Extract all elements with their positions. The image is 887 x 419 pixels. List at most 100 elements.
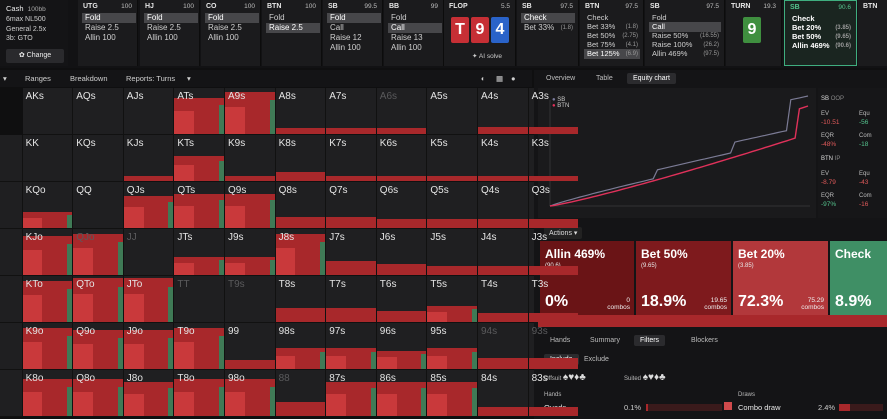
range-cell[interactable]: J9o bbox=[123, 323, 175, 370]
range-cell[interactable]: KTs bbox=[174, 135, 225, 182]
range-cell[interactable]: 96s bbox=[376, 323, 428, 370]
range-cell[interactable]: T8o bbox=[174, 370, 225, 417]
range-cell[interactable]: TT bbox=[174, 276, 225, 323]
position-action[interactable]: Allin 100 bbox=[82, 33, 136, 43]
position-action[interactable]: Fold bbox=[82, 13, 136, 23]
offsuit-filter[interactable]: Offsuit ♠♥♦♣ bbox=[544, 372, 586, 383]
tab-overview[interactable]: Overview bbox=[540, 73, 581, 84]
chevron-down-icon[interactable]: ▾ bbox=[3, 74, 7, 83]
range-cell[interactable]: KTo bbox=[22, 276, 74, 323]
range-cell[interactable]: 86s bbox=[376, 370, 428, 417]
range-cell[interactable] bbox=[0, 182, 23, 229]
position-action[interactable]: Raise 13 bbox=[388, 33, 442, 43]
position-action[interactable]: Fold bbox=[388, 13, 442, 23]
range-cell[interactable]: J9s bbox=[225, 229, 276, 276]
combo-draw-row-label[interactable]: Combo draw bbox=[738, 403, 781, 412]
position-action[interactable]: Raise 2.5 bbox=[266, 23, 320, 33]
range-cell[interactable]: AJs bbox=[123, 88, 175, 135]
range-cell[interactable]: KJs bbox=[123, 135, 175, 182]
range-cell[interactable]: KJo bbox=[22, 229, 74, 276]
range-cell[interactable]: J8o bbox=[123, 370, 175, 417]
position-column-hj[interactable]: HJ 100 Fold Raise 2.5 Allin 100 bbox=[140, 0, 200, 66]
sb-flop-response-column[interactable]: SB 97.5 Fold Call Raise 50% (16.55) Raise 10… bbox=[645, 0, 725, 66]
position-action[interactable]: Fold bbox=[266, 13, 320, 23]
sb-flop-bet33[interactable]: Bet 33% (1.8) bbox=[521, 23, 575, 33]
sb-turn-column[interactable]: SB 90.6 Check Bet 20% (3.85) Bet 50% (9.65) A… bbox=[784, 0, 857, 66]
range-cell[interactable]: K7s bbox=[326, 135, 377, 182]
range-cell[interactable] bbox=[0, 323, 23, 370]
range-cell[interactable]: 98o bbox=[225, 370, 276, 417]
range-cell[interactable]: ATs bbox=[174, 88, 225, 135]
range-cell[interactable]: T9o bbox=[174, 323, 225, 370]
range-cell[interactable]: KQo bbox=[22, 182, 74, 229]
range-cell[interactable]: 84s bbox=[478, 370, 529, 417]
sb-flop-check[interactable]: Check bbox=[521, 13, 575, 23]
position-column-bb[interactable]: BB 99 Fold Call Raise 13 Allin 100 bbox=[384, 0, 444, 66]
range-cell[interactable]: K6s bbox=[376, 135, 428, 182]
grid-view-icon[interactable]: ▦ bbox=[496, 74, 503, 83]
range-cell[interactable]: Q5s bbox=[427, 182, 478, 229]
range-cell[interactable]: Q9o bbox=[73, 323, 124, 370]
range-cell[interactable]: QTo bbox=[73, 276, 124, 323]
range-cell[interactable]: A6s bbox=[376, 88, 428, 135]
range-cell[interactable]: KK bbox=[22, 135, 74, 182]
range-cell[interactable]: 99 bbox=[225, 323, 276, 370]
position-column-btn[interactable]: BTN 100 Fold Raise 2.5 bbox=[262, 0, 322, 66]
range-cell[interactable]: QQ bbox=[73, 182, 124, 229]
range-cell[interactable]: AQs bbox=[73, 88, 124, 135]
ai-solve-button[interactable]: ✦ AI solve bbox=[472, 52, 502, 60]
ranges-tab[interactable]: Ranges bbox=[25, 74, 51, 83]
range-cell[interactable]: JTs bbox=[174, 229, 225, 276]
range-cell[interactable]: K9s bbox=[225, 135, 276, 182]
turn-column[interactable]: TURN 19.3 9 bbox=[726, 0, 782, 66]
tab-filters[interactable]: Filters bbox=[634, 335, 666, 346]
range-cell[interactable]: T5s bbox=[427, 276, 478, 323]
range-cell[interactable] bbox=[0, 370, 23, 417]
tab-table[interactable]: Table bbox=[590, 73, 619, 84]
range-cell[interactable]: 88 bbox=[275, 370, 327, 417]
position-column-co[interactable]: CO 100 Fold Raise 2.5 Allin 100 bbox=[201, 0, 261, 66]
range-cell[interactable]: T6s bbox=[376, 276, 428, 323]
position-action[interactable]: Raise 2.5 bbox=[82, 23, 136, 33]
range-cell[interactable]: K4s bbox=[478, 135, 529, 182]
range-cell[interactable]: Q4s bbox=[478, 182, 529, 229]
range-cell[interactable]: T7s bbox=[326, 276, 377, 323]
range-cell[interactable]: J6s bbox=[376, 229, 428, 276]
range-cell[interactable]: K9o bbox=[22, 323, 74, 370]
range-cell[interactable]: Q7s bbox=[326, 182, 377, 229]
range-cell[interactable]: A8s bbox=[275, 88, 327, 135]
range-cell[interactable]: J7s bbox=[326, 229, 377, 276]
color-mode-icon[interactable]: ● bbox=[511, 74, 516, 83]
reports-chevron-icon[interactable]: ▾ bbox=[187, 74, 191, 83]
range-cell[interactable]: T8s bbox=[275, 276, 327, 323]
btn-flop-action[interactable]: Bet 125% (6.9) bbox=[584, 49, 640, 59]
range-cell[interactable]: A7s bbox=[326, 88, 377, 135]
action-card[interactable]: Bet 50% (9.65) 18.9% 19.65 combos bbox=[636, 241, 731, 315]
btn-turn-column[interactable]: BTN bbox=[858, 0, 887, 66]
position-action[interactable]: Allin 100 bbox=[144, 33, 198, 43]
position-action[interactable]: Fold bbox=[144, 13, 198, 23]
range-cell[interactable]: QJs bbox=[123, 182, 175, 229]
range-cell[interactable]: 87s bbox=[326, 370, 377, 417]
position-action[interactable]: Fold bbox=[327, 13, 381, 23]
range-cell[interactable]: AKs bbox=[22, 88, 74, 135]
range-cell[interactable]: A5s bbox=[427, 88, 478, 135]
tab-summary[interactable]: Summary bbox=[584, 335, 626, 346]
range-cell[interactable]: A4s bbox=[478, 88, 529, 135]
range-cell[interactable]: QTs bbox=[174, 182, 225, 229]
range-cell[interactable]: Q8s bbox=[275, 182, 327, 229]
range-cell[interactable]: JJ bbox=[123, 229, 175, 276]
range-cell[interactable] bbox=[0, 229, 23, 276]
range-cell[interactable] bbox=[0, 135, 23, 182]
position-column-sb[interactable]: SB 99.5 Fold Call Raise 12 Allin 100 bbox=[323, 0, 383, 66]
range-cell[interactable]: Q9s bbox=[225, 182, 276, 229]
range-cell[interactable]: T4s bbox=[478, 276, 529, 323]
sb-flop2-action[interactable]: Allin 469% (97.5) bbox=[649, 49, 721, 59]
range-cell[interactable] bbox=[0, 276, 23, 323]
position-column-utg[interactable]: UTG 100 Fold Raise 2.5 Allin 100 bbox=[78, 0, 138, 66]
action-card[interactable]: Bet 20% (3.85) 72.3% 75.29 combos bbox=[733, 241, 828, 315]
sb-flop-column[interactable]: SB 97.5 Check Bet 33% (1.8) bbox=[517, 0, 579, 66]
range-cell[interactable]: T9s bbox=[225, 276, 276, 323]
position-action[interactable]: Raise 2.5 bbox=[205, 23, 259, 33]
tab-blockers[interactable]: Blockers bbox=[685, 335, 724, 346]
